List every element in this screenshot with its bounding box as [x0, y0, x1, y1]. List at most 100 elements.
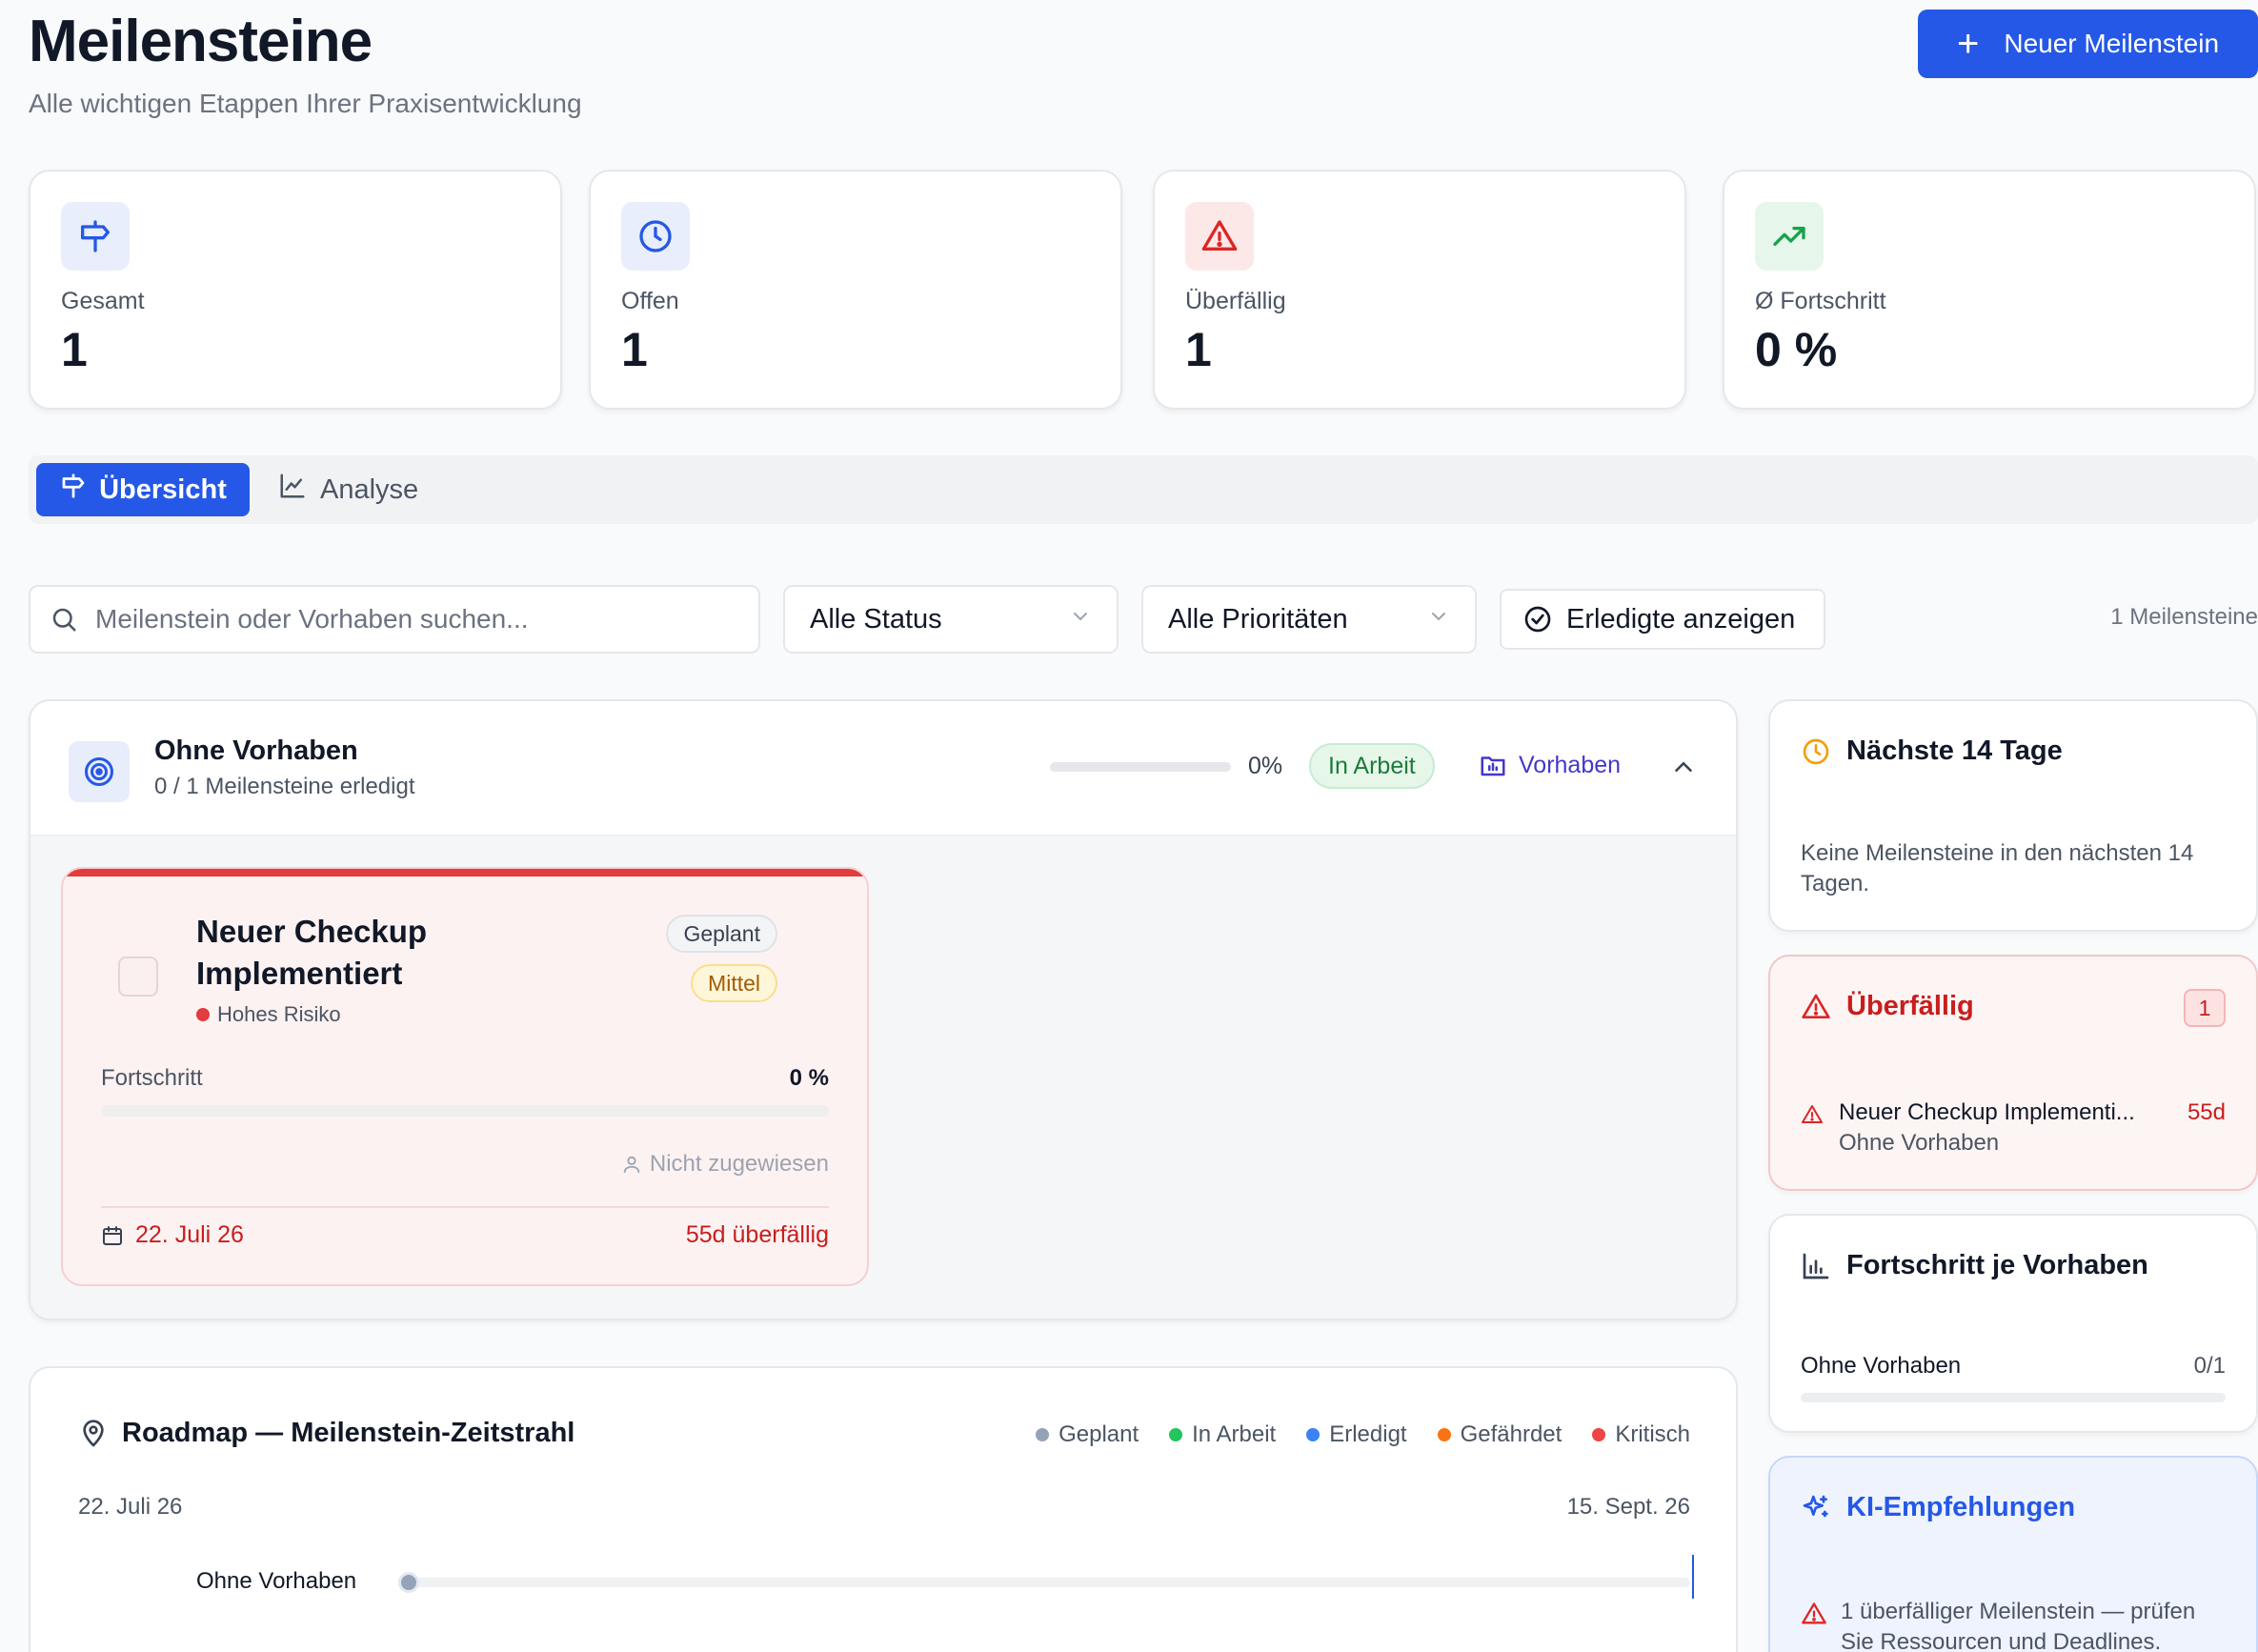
legend-item: Kritisch [1592, 1421, 1690, 1448]
milestone-card[interactable]: Neuer Checkup Implementiert Hohes Risiko… [61, 867, 869, 1286]
project-progress-bar [1801, 1393, 2226, 1402]
clock-icon [1801, 736, 1831, 767]
map-pin-icon [78, 1419, 109, 1449]
plus-icon: + [1956, 23, 1980, 65]
due-date: 22. Juli 26 [101, 1221, 244, 1249]
search-input[interactable] [95, 604, 724, 635]
risk-indicator: Hohes Risiko [196, 1002, 341, 1027]
status-select-value: Alle Status [810, 603, 942, 635]
legend-dot [1036, 1428, 1050, 1441]
legend-dot [1306, 1428, 1321, 1441]
bar-chart-icon [1801, 1251, 1831, 1281]
progress-label: Fortschritt [101, 1065, 203, 1091]
group-percent: 0% [1248, 753, 1283, 779]
target-icon [69, 741, 130, 802]
show-done-label: Erledigte anzeigen [1566, 603, 1796, 635]
assignee-label: Nicht zugewiesen [649, 1151, 829, 1177]
stat-value: 1 [61, 323, 88, 376]
calendar-icon [101, 1224, 124, 1247]
overdue-item-days: 55d [2187, 1099, 2226, 1125]
stat-card-overdue: Überfällig 1 [1153, 170, 1686, 410]
progress-per-project-card: Fortschritt je Vorhaben Ohne Vorhaben 0/… [1768, 1214, 2258, 1433]
alert-triangle-icon [1801, 1103, 1824, 1126]
tab-analysis[interactable]: Analyse [278, 463, 418, 516]
risk-dot-icon [196, 1008, 210, 1021]
priority-badge: Mittel [691, 964, 777, 1002]
vorhaben-link-label: Vorhaben [1519, 751, 1622, 778]
milestone-checkbox[interactable] [118, 957, 158, 997]
vorhaben-link[interactable]: Vorhaben [1479, 751, 1621, 779]
stat-label: Offen [621, 288, 679, 314]
legend-item: Geplant [1036, 1421, 1139, 1448]
stat-label: Ø Fortschritt [1755, 288, 1886, 314]
folder-chart-icon [1479, 751, 1507, 779]
tab-overview-label: Übersicht [99, 473, 227, 505]
group-subtitle: 0 / 1 Meilensteine erledigt [154, 774, 415, 799]
group-progress-bar [1050, 762, 1231, 772]
trending-up-icon [1755, 202, 1824, 271]
next-14-days-title: Nächste 14 Tage [1846, 735, 2063, 766]
progress-per-project-header: Fortschritt je Vorhaben [1801, 1250, 2148, 1281]
clock-icon [621, 202, 690, 271]
legend-dot [1169, 1428, 1183, 1441]
assignee[interactable]: Nicht zugewiesen [621, 1151, 829, 1178]
timeline-track [404, 1578, 1690, 1587]
project-row-label: Ohne Vorhaben [1801, 1353, 1962, 1379]
timeline-row-label: Ohne Vorhaben [196, 1568, 357, 1594]
legend-label: Gefährdet [1460, 1421, 1562, 1447]
new-milestone-label: Neuer Meilenstein [2004, 29, 2220, 58]
risk-label: Hohes Risiko [217, 1002, 341, 1026]
stat-label: Überfällig [1185, 288, 1286, 314]
search-icon [50, 605, 78, 634]
page-subtitle: Alle wichtigen Etappen Ihrer Praxisentwi… [29, 89, 582, 118]
signpost-icon [59, 472, 88, 508]
progress-value: 0 % [789, 1065, 829, 1091]
new-milestone-button[interactable]: + Neuer Meilenstein [1918, 10, 2258, 78]
legend-dot [1592, 1428, 1606, 1441]
line-chart-icon [278, 472, 307, 508]
due-date-label: 22. Juli 26 [135, 1221, 244, 1248]
chevron-up-icon[interactable] [1667, 751, 1700, 783]
stat-value: 1 [621, 323, 648, 376]
roadmap-title-label: Roadmap — Meilenstein-Zeitstrahl [122, 1418, 575, 1448]
check-circle-icon [1522, 604, 1553, 635]
roadmap-title: Roadmap — Meilenstein-Zeitstrahl [78, 1418, 575, 1449]
next-14-days-empty: Keine Meilensteine in den nächsten 14 Ta… [1801, 840, 2194, 897]
signpost-icon [61, 202, 130, 271]
timeline-milestone-point[interactable] [398, 1572, 419, 1593]
priority-select-value: Alle Prioritäten [1168, 603, 1348, 635]
stat-label: Gesamt [61, 288, 145, 314]
roadmap-legend: Geplant In Arbeit Erledigt Gefährdet Kri… [1036, 1421, 1690, 1448]
ai-recommendations-card: KI-Empfehlungen 1 überfälliger Meilenste… [1768, 1456, 2258, 1652]
ai-recommendation-text: 1 überfälliger Meilenstein — prüfen Sie … [1841, 1599, 2196, 1652]
divider [101, 1206, 829, 1208]
risk-bar [63, 869, 867, 876]
legend-item: Erledigt [1306, 1421, 1407, 1448]
search-box [29, 585, 760, 654]
overdue-card: Überfällig 1 Neuer Checkup Implementi...… [1768, 955, 2258, 1191]
status-badge: Geplant [666, 915, 777, 953]
tab-overview[interactable]: Übersicht [36, 463, 250, 516]
page-title: Meilensteine [29, 9, 373, 74]
stat-value: 1 [1185, 323, 1212, 376]
status-select[interactable]: Alle Status [783, 585, 1119, 654]
group-card: Ohne Vorhaben 0 / 1 Meilensteine erledig… [29, 699, 1738, 1320]
chevron-down-icon [1069, 604, 1092, 635]
overdue-header: Überfällig [1801, 991, 1974, 1022]
next-14-days-card: Nächste 14 Tage Keine Meilensteine in de… [1768, 699, 2258, 932]
timeline-end-date: 15. Sept. 26 [1566, 1494, 1690, 1520]
sparkles-icon [1801, 1493, 1831, 1523]
legend-item: Gefährdet [1437, 1421, 1562, 1448]
stat-card-total: Gesamt 1 [29, 170, 562, 410]
priority-select[interactable]: Alle Prioritäten [1141, 585, 1477, 654]
legend-label: In Arbeit [1192, 1421, 1277, 1447]
stat-value: 0 % [1755, 323, 1838, 376]
overdue-item-title[interactable]: Neuer Checkup Implementi... [1839, 1099, 2135, 1126]
show-done-toggle[interactable]: Erledigte anzeigen [1500, 589, 1825, 650]
legend-label: Erledigt [1329, 1421, 1407, 1447]
alert-triangle-icon [1801, 992, 1831, 1022]
group-header[interactable]: Ohne Vorhaben 0 / 1 Meilensteine erledig… [30, 701, 1736, 836]
ai-recommendations-header: KI-Empfehlungen [1801, 1492, 2075, 1523]
next-14-days-header: Nächste 14 Tage [1801, 735, 2063, 767]
overdue-item-subtitle: Ohne Vorhaben [1839, 1130, 2000, 1156]
